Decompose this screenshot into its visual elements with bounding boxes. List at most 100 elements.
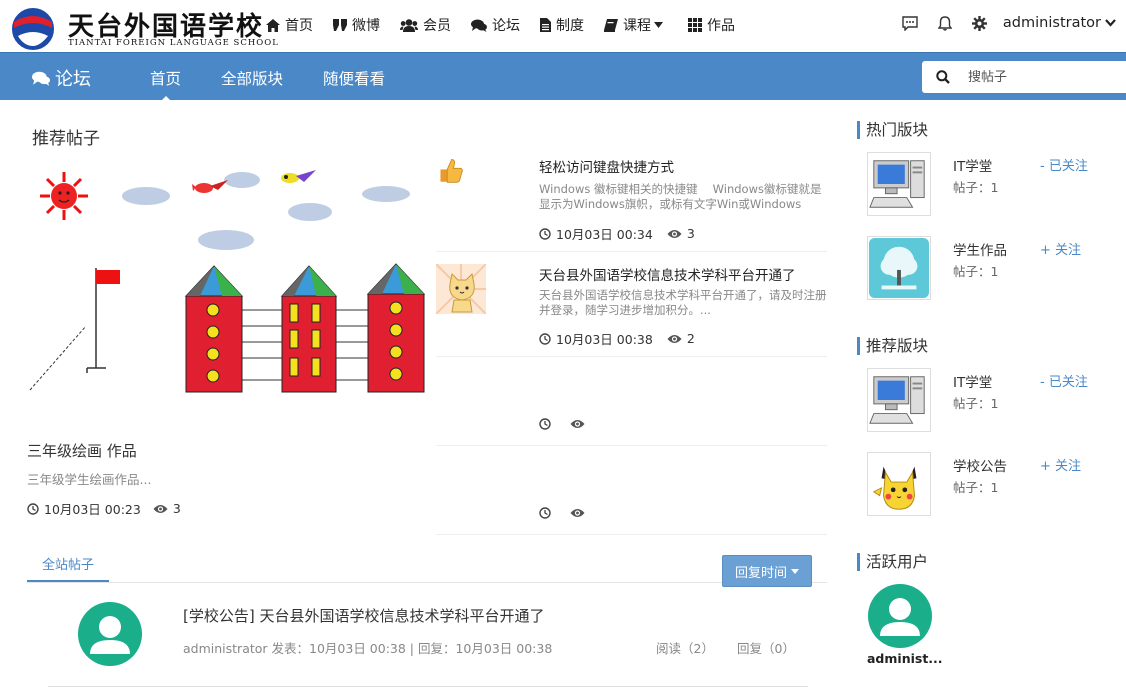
notifications-button[interactable] <box>937 15 952 31</box>
search-box <box>922 61 1126 93</box>
avatar[interactable] <box>78 602 142 666</box>
nav-works[interactable]: 作品 <box>688 15 735 35</box>
post-views: 2 <box>686 331 695 346</box>
post-meta: 10月03日 00:34 3 <box>539 224 695 243</box>
messages-button[interactable] <box>902 15 918 31</box>
featured-post-desc: 三年级学生绘画作品... <box>27 472 152 487</box>
bell-icon <box>937 15 952 31</box>
eye-icon <box>667 229 682 238</box>
post-meta <box>539 418 590 430</box>
nav-courses[interactable]: 课程 <box>604 15 668 35</box>
forum-tabs: 首页 全部版块 随便看看 <box>150 67 425 103</box>
board-count: 帖子：1 <box>953 396 999 411</box>
board-count: 帖子：1 <box>953 480 999 495</box>
post-desc: Windows 徽标键相关的快捷键 Windows徽标键就是显示为Windows… <box>539 182 822 211</box>
follow-button[interactable]: + 关注 <box>1040 239 1081 258</box>
nav-forum-label: 论坛 <box>492 18 520 34</box>
board-name[interactable]: IT学堂 <box>953 371 992 391</box>
school-emblem-icon <box>10 6 56 52</box>
pikachu-icon <box>867 452 931 516</box>
settings-button[interactable] <box>971 15 987 31</box>
board-count: 帖子：1 <box>953 264 999 279</box>
nav-home[interactable]: 首页 <box>266 15 313 35</box>
clock-icon <box>539 227 551 240</box>
tab-random[interactable]: 随便看看 <box>323 67 385 89</box>
school-logo[interactable]: 天台外国语学校 TIANTAI FOREIGN LANGUAGE SCHOOL <box>8 4 278 52</box>
nav-forum[interactable]: 论坛 <box>471 15 520 35</box>
tab-all-posts[interactable]: 全站帖子 <box>27 554 109 582</box>
nav-home-label: 首页 <box>285 18 313 34</box>
nav-members[interactable]: 会员 <box>400 15 451 35</box>
search-icon[interactable] <box>936 70 950 84</box>
list-item[interactable]: 天台县外国语学校信息技术学科平台开通了 天台县外国语学校信息技术学科平台开通了，… <box>436 252 827 357</box>
nav-works-label: 作品 <box>707 18 735 34</box>
thread-meta: administrator 发表：10月03日 00:38 | 回复：10月03… <box>183 641 553 656</box>
tab-home[interactable]: 首页 <box>150 67 181 103</box>
eye-icon <box>570 509 585 517</box>
post-time: 10月03日 00:34 <box>556 227 653 242</box>
cat-thumbnail-icon <box>436 264 486 314</box>
forum-brand-label: 论坛 <box>55 69 91 90</box>
computer-icon <box>867 368 931 432</box>
featured-post-title[interactable]: 三年级绘画 作品 <box>27 440 137 461</box>
user-menu[interactable]: administrator <box>1003 15 1116 31</box>
thread-replies: 回复（0） <box>737 641 795 656</box>
nav-rules[interactable]: 制度 <box>540 15 584 35</box>
users-icon <box>400 18 418 32</box>
board-item[interactable]: 学校公告 帖子：1 + 关注 <box>867 452 1117 516</box>
top-navbar: 天台外国语学校 TIANTAI FOREIGN LANGUAGE SCHOOL … <box>0 0 1126 52</box>
thread-reads: 阅读（2） <box>656 641 714 656</box>
quote-icon <box>333 19 347 31</box>
sort-reply-time-button[interactable]: 回复时间 <box>722 555 812 587</box>
board-name[interactable]: IT学堂 <box>953 155 992 175</box>
forum-subbar: 论坛 首页 全部版块 随便看看 <box>0 52 1126 103</box>
list-item[interactable] <box>436 357 827 446</box>
chevron-down-icon <box>1105 19 1116 27</box>
board-item[interactable]: IT学堂 帖子：1 - 已关注 <box>867 152 1117 216</box>
post-title[interactable]: 天台县外国语学校信息技术学科平台开通了 <box>539 264 796 284</box>
eye-icon <box>153 504 168 513</box>
board-name[interactable]: 学生作品 <box>953 239 1007 259</box>
post-title[interactable]: 轻松访问键盘快捷方式 <box>539 156 674 176</box>
active-user-name[interactable]: administ... <box>867 651 943 666</box>
home-icon <box>266 18 280 32</box>
tab-all-boards[interactable]: 全部版块 <box>221 67 283 89</box>
clock-icon <box>539 332 551 345</box>
board-item[interactable]: IT学堂 帖子：1 - 已关注 <box>867 368 1117 432</box>
featured-post-time: 10月03日 00:23 <box>44 502 141 517</box>
board-item[interactable]: 学生作品 帖子：1 + 关注 <box>867 236 1117 300</box>
nav-courses-label: 课程 <box>623 18 651 34</box>
comments-icon <box>471 19 487 32</box>
forum-brand[interactable]: 论坛 <box>32 65 91 91</box>
board-name[interactable]: 学校公告 <box>953 455 1007 475</box>
avatar[interactable] <box>868 584 932 648</box>
main-nav: 首页 微博 会员 论坛 制度 课程 作品 <box>266 15 755 35</box>
thumbs-up-icon <box>440 158 463 183</box>
grid-icon <box>688 18 702 32</box>
active-users-heading: 活跃用户 <box>857 553 928 571</box>
top-right-tools: administrator <box>882 15 1116 31</box>
featured-drawing-image[interactable] <box>24 158 434 426</box>
caret-down-icon <box>654 22 663 28</box>
eye-icon <box>570 420 585 428</box>
nav-weibo-label: 微博 <box>352 18 380 34</box>
featured-post-views: 3 <box>172 501 181 516</box>
recommended-boards-heading: 推荐版块 <box>857 337 928 355</box>
unfollow-button[interactable]: - 已关注 <box>1040 371 1088 390</box>
thread-title[interactable]: [学校公告] 天台县外国语学校信息技术学科平台开通了 <box>183 605 544 626</box>
sort-label: 回复时间 <box>734 565 787 581</box>
list-item[interactable] <box>436 446 827 535</box>
gear-icon <box>971 15 987 31</box>
unfollow-button[interactable]: - 已关注 <box>1040 155 1088 174</box>
nav-members-label: 会员 <box>423 18 451 34</box>
post-meta <box>539 507 590 519</box>
clock-icon <box>27 502 39 515</box>
clock-icon <box>539 418 551 430</box>
follow-button[interactable]: + 关注 <box>1040 455 1081 474</box>
nav-weibo[interactable]: 微博 <box>333 15 380 35</box>
file-icon <box>540 18 551 32</box>
post-meta: 10月03日 00:38 2 <box>539 329 695 348</box>
tree-icon <box>867 236 931 300</box>
search-input[interactable] <box>968 69 1108 85</box>
list-item[interactable]: 轻松访问键盘快捷方式 Windows 徽标键相关的快捷键 Windows徽标键就… <box>436 150 827 252</box>
